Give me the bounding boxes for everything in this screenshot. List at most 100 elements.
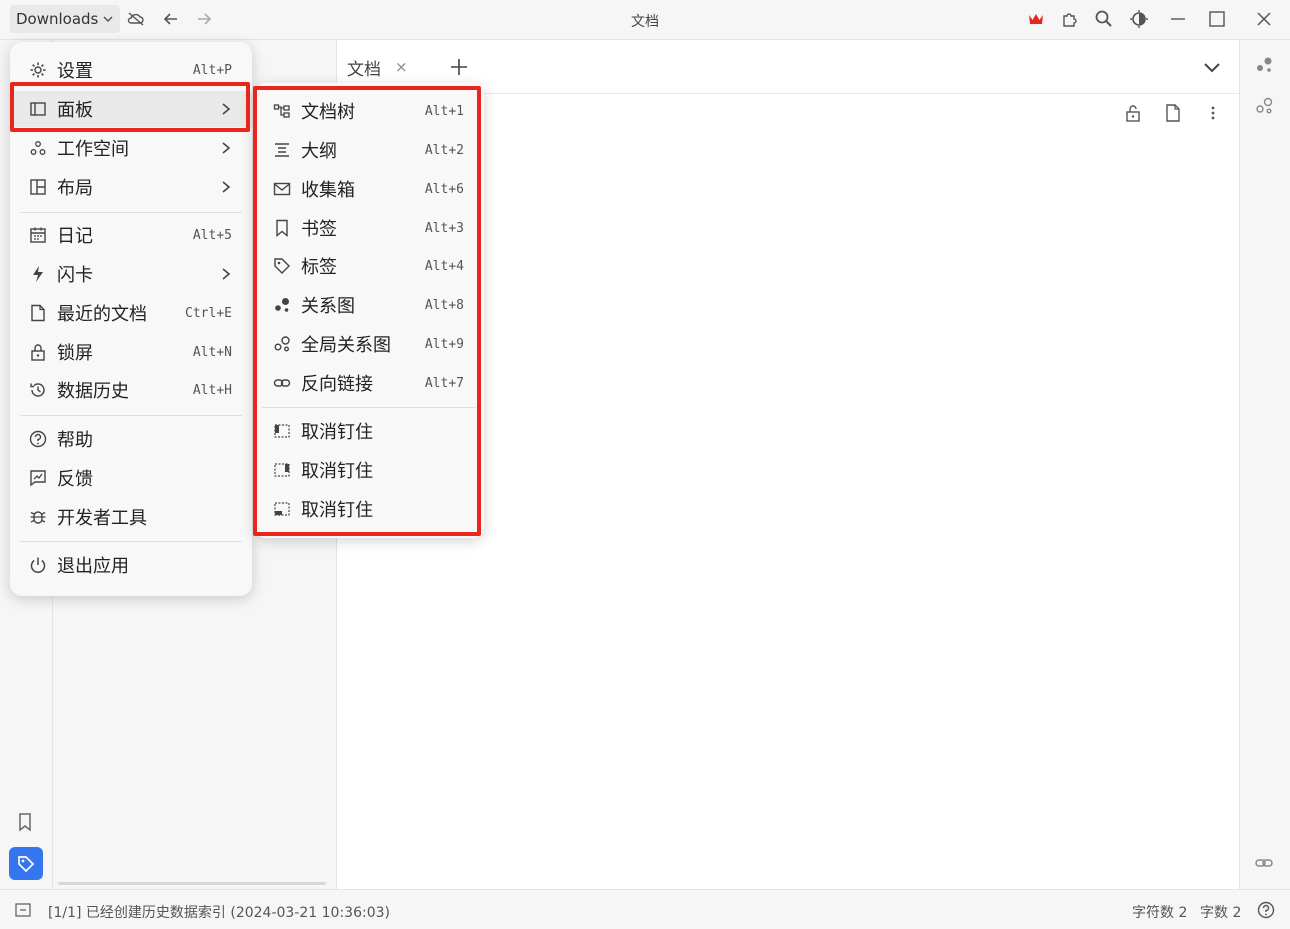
menu-item-panel[interactable]: 面板 <box>10 91 252 127</box>
search-icon[interactable] <box>1093 8 1115 30</box>
submenu-item-inbox[interactable]: 收集箱 Alt+6 <box>254 171 484 207</box>
chevron-right-icon <box>220 267 232 281</box>
plugin-icon[interactable] <box>1059 8 1081 30</box>
menu-item-shortcut: Alt+P <box>192 62 232 78</box>
submenu-item-unpin-right[interactable]: 取消钉住 <box>254 452 484 488</box>
workspace-icon <box>28 138 48 158</box>
menu-item-label: 反馈 <box>57 469 93 490</box>
theme-icon[interactable] <box>1128 8 1150 30</box>
menu-item-data-history[interactable]: 数据历史 Alt+H <box>10 372 252 408</box>
menu-item-flashcard[interactable]: 闪卡 <box>10 256 252 292</box>
global-graph-icon[interactable] <box>1254 96 1274 116</box>
chevron-down-icon[interactable] <box>1202 57 1222 77</box>
menu-item-label: 标签 <box>301 257 337 278</box>
menu-item-label: 布局 <box>57 178 93 199</box>
menu-item-label: 面板 <box>57 100 93 121</box>
menu-item-shortcut: Alt+1 <box>424 103 464 119</box>
menu-item-settings[interactable]: 设置 Alt+P <box>10 52 252 88</box>
menu-item-label: 书签 <box>301 219 337 240</box>
menu-item-label: 设置 <box>57 61 93 82</box>
new-tab-icon[interactable] <box>449 57 469 77</box>
submenu-item-bookmark[interactable]: 书签 Alt+3 <box>254 210 484 246</box>
bookmark-icon <box>272 218 292 238</box>
submenu-item-outline[interactable]: 大纲 Alt+2 <box>254 132 484 168</box>
power-icon <box>28 555 48 575</box>
menu-item-recent-docs[interactable]: 最近的文档 Ctrl+E <box>10 295 252 331</box>
menu-item-label: 取消钉住 <box>301 500 373 521</box>
calendar-icon <box>28 225 48 245</box>
inbox-icon <box>272 179 292 199</box>
submenu-item-global-graph[interactable]: 全局关系图 Alt+9 <box>254 326 484 362</box>
outline-icon <box>272 140 292 160</box>
menu-item-layout[interactable]: 布局 <box>10 169 252 205</box>
panel-icon <box>28 99 48 119</box>
menu-item-label: 反向链接 <box>301 374 373 395</box>
help-icon <box>28 429 48 449</box>
menu-item-label: 取消钉住 <box>301 461 373 482</box>
menu-item-label: 大纲 <box>301 141 337 162</box>
menu-item-lock[interactable]: 锁屏 Alt+N <box>10 334 252 370</box>
menu-item-label: 工作空间 <box>57 139 129 160</box>
lock-icon <box>28 342 48 362</box>
menu-item-shortcut: Alt+N <box>192 344 232 360</box>
menu-item-shortcut: Alt+H <box>192 382 232 398</box>
menu-item-feedback[interactable]: 反馈 <box>10 460 252 496</box>
submenu-item-unpin-bottom[interactable]: 取消钉住 <box>254 491 484 527</box>
menu-item-shortcut: Ctrl+E <box>185 305 232 321</box>
menu-item-label: 日记 <box>57 226 93 247</box>
cloud-off-icon[interactable] <box>125 8 147 30</box>
minimize-icon[interactable] <box>1167 8 1189 30</box>
maximize-icon[interactable] <box>1206 8 1228 30</box>
workspace-name: Downloads <box>16 10 99 28</box>
submenu-item-tag[interactable]: 标签 Alt+4 <box>254 248 484 284</box>
side-panel-scrollbar[interactable] <box>58 882 326 885</box>
menu-item-label: 取消钉住 <box>301 422 373 443</box>
menu-item-label: 开发者工具 <box>57 508 147 529</box>
menu-item-quit[interactable]: 退出应用 <box>10 547 252 583</box>
submenu-item-unpin-left[interactable]: 取消钉住 <box>254 413 484 449</box>
graph-icon <box>272 295 292 315</box>
graph-icon[interactable] <box>1254 55 1274 75</box>
menu-item-label: 收集箱 <box>301 180 355 201</box>
file-icon[interactable] <box>1163 103 1183 123</box>
menu-item-shortcut: Alt+9 <box>424 336 464 352</box>
crown-icon[interactable] <box>1025 8 1047 30</box>
menu-item-workspace[interactable]: 工作空间 <box>10 130 252 166</box>
menu-item-shortcut: Alt+8 <box>424 297 464 313</box>
submenu-item-graph[interactable]: 关系图 Alt+8 <box>254 287 484 323</box>
bookmark-icon[interactable] <box>15 812 35 832</box>
menu-item-devtools[interactable]: 开发者工具 <box>10 499 252 535</box>
menu-item-help[interactable]: 帮助 <box>10 421 252 457</box>
focus-icon[interactable] <box>14 901 32 919</box>
panel-submenu: 文档树 Alt+1 大纲 Alt+2 收集箱 Alt+6 书签 Alt+3 标签… <box>254 83 484 538</box>
tab-label: 文档 <box>347 59 381 80</box>
status-bar: [1/1] 已经创建历史数据索引 (2024-03-21 10:36:03) 字… <box>0 889 1290 929</box>
menu-item-shortcut: Alt+2 <box>424 142 464 158</box>
menu-item-shortcut: Alt+7 <box>424 375 464 391</box>
backlink-icon[interactable] <box>1254 853 1274 873</box>
global-graph-icon <box>272 334 292 354</box>
workspace-selector[interactable]: Downloads <box>10 5 121 33</box>
word-count: 字数 2 <box>1200 905 1242 921</box>
tag-dock-button[interactable] <box>9 847 43 880</box>
more-icon[interactable] <box>1203 103 1223 123</box>
close-icon[interactable] <box>1253 8 1275 30</box>
menu-item-label: 最近的文档 <box>57 304 147 325</box>
menu-divider <box>262 407 476 408</box>
chevron-down-icon <box>103 16 113 23</box>
menu-item-shortcut: Alt+3 <box>424 220 464 236</box>
submenu-item-backlink[interactable]: 反向链接 Alt+7 <box>254 365 484 401</box>
tab-close-icon[interactable]: × <box>395 58 408 76</box>
menu-item-label: 帮助 <box>57 430 93 451</box>
arrow-right-icon[interactable] <box>193 8 215 30</box>
gear-icon <box>28 60 48 80</box>
menu-item-diary[interactable]: 日记 Alt+5 <box>10 217 252 253</box>
help-icon[interactable] <box>1257 901 1275 919</box>
arrow-left-icon[interactable] <box>160 8 182 30</box>
unpin-right-icon <box>272 460 292 480</box>
layout-icon <box>28 177 48 197</box>
menu-item-shortcut: Alt+5 <box>192 227 232 243</box>
menu-divider <box>20 212 242 213</box>
unlock-icon[interactable] <box>1123 103 1143 123</box>
submenu-item-doc-tree[interactable]: 文档树 Alt+1 <box>254 93 484 129</box>
